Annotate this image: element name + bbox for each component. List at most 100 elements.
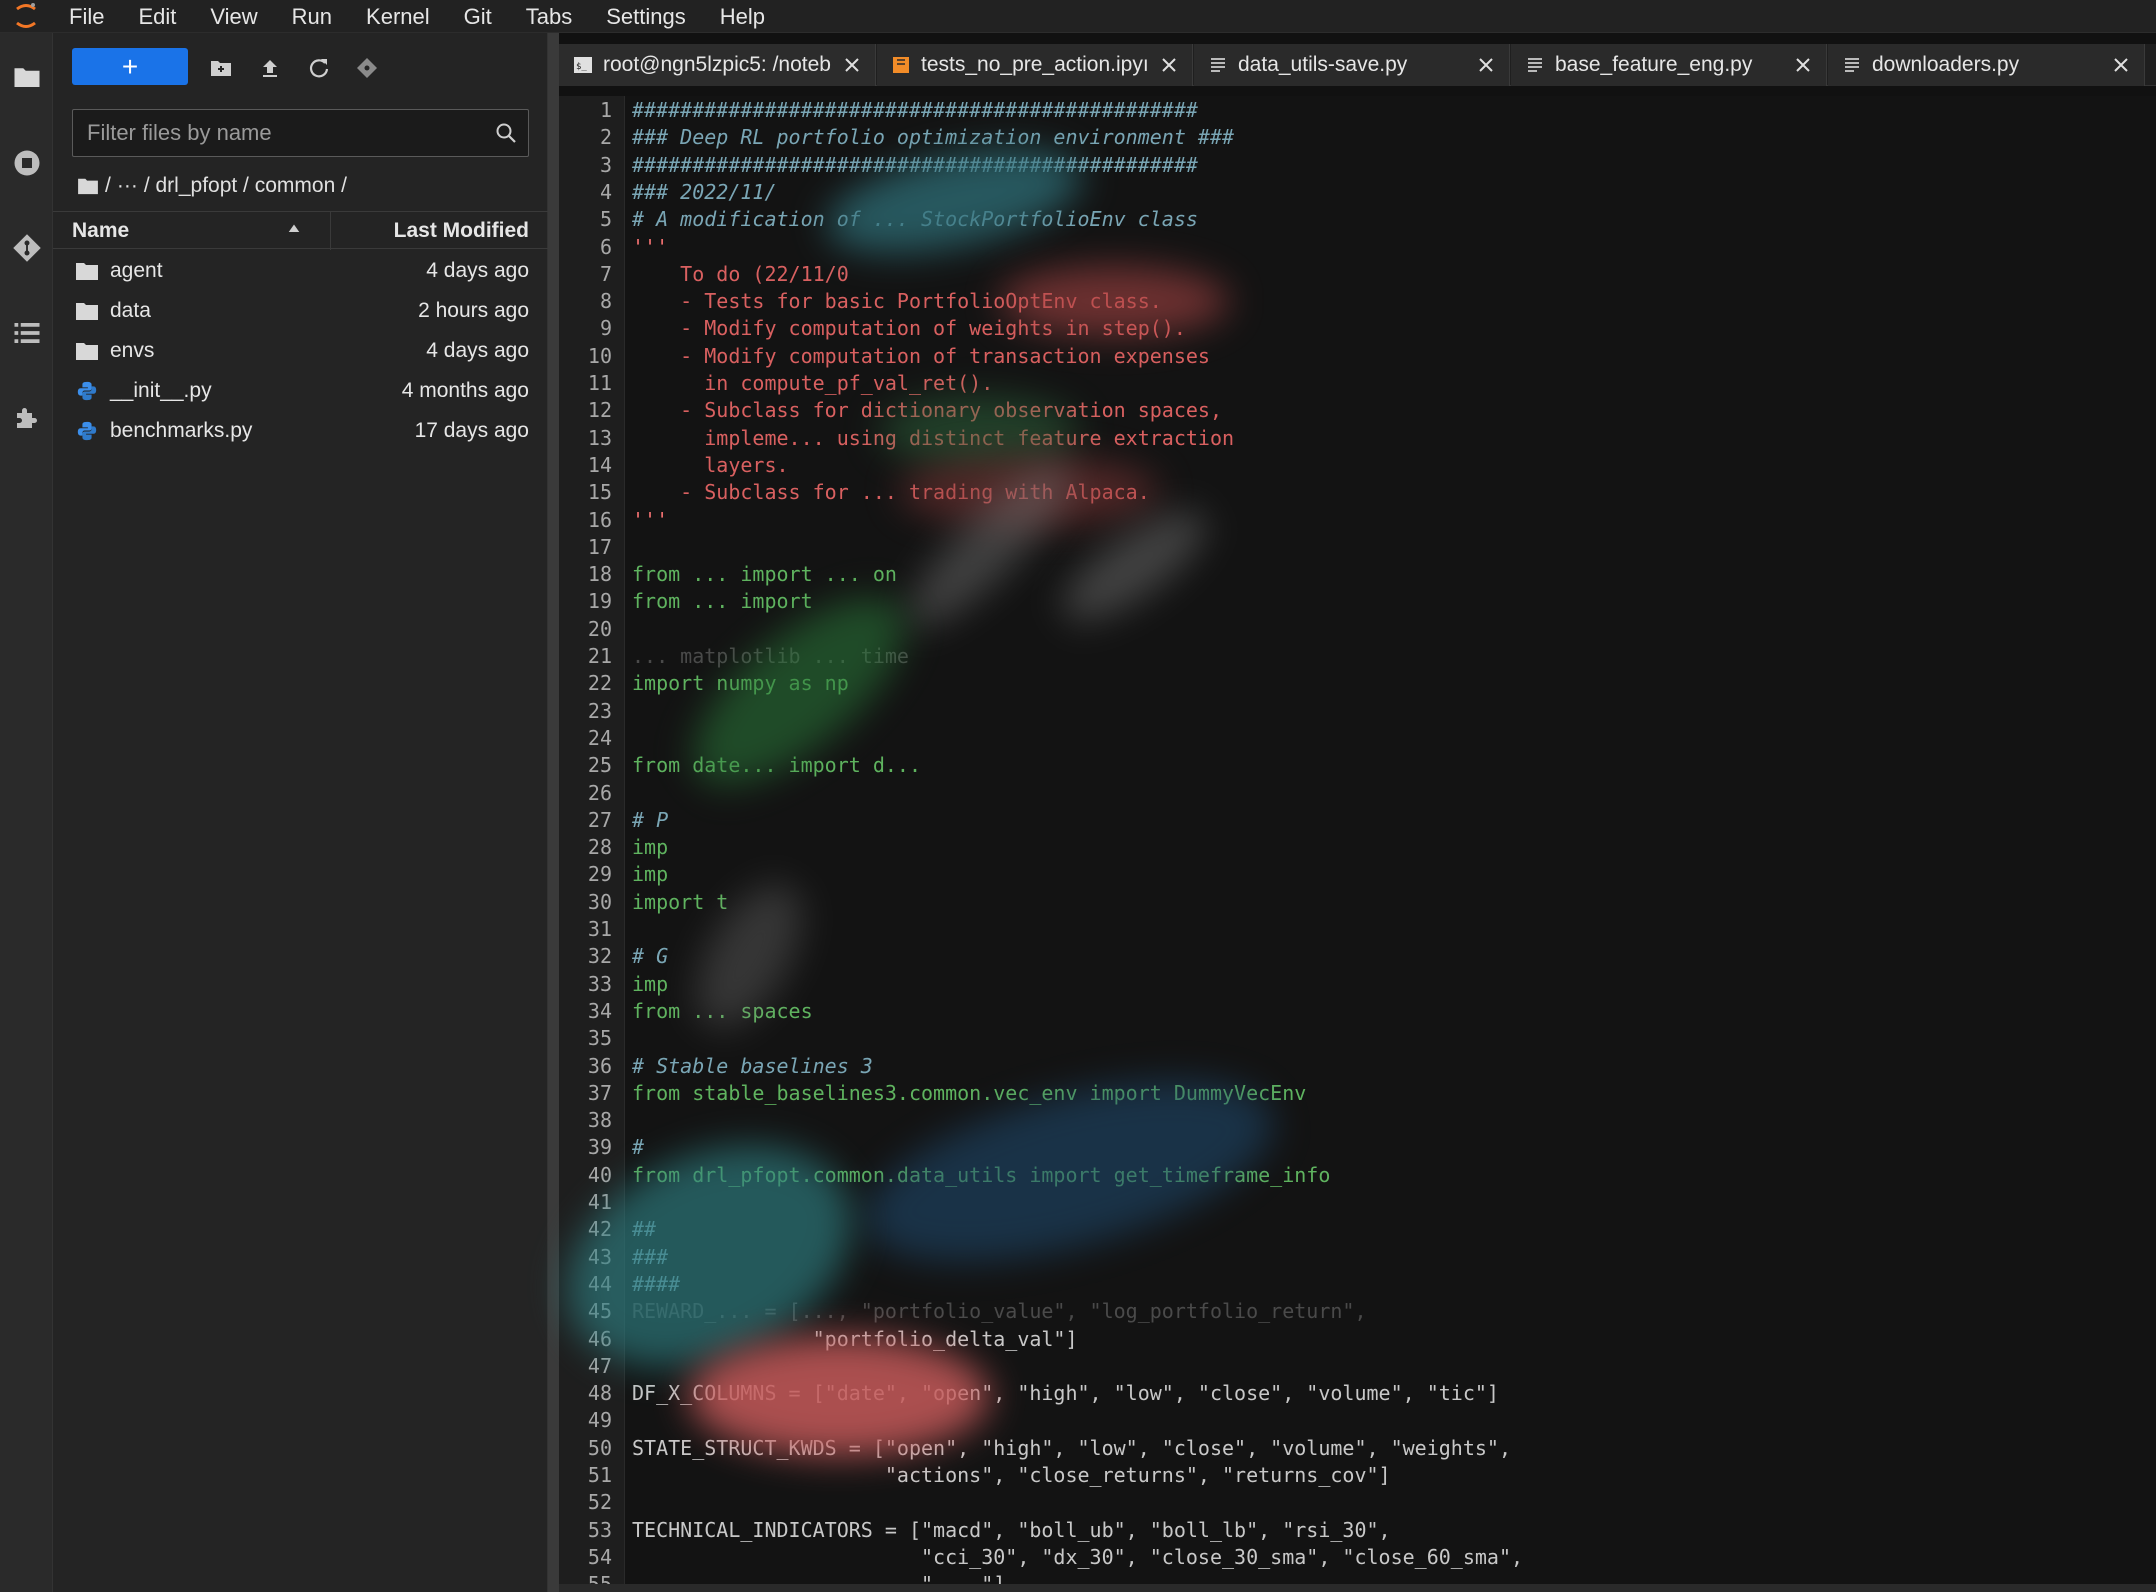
line-number: 52 (587, 1490, 612, 1515)
code-line: #### (632, 1271, 681, 1296)
line-number: 34 (587, 998, 612, 1023)
file-browser-panel: + / ··· / drl_pfopt / common / Name Last… (53, 33, 548, 1592)
breadcrumb: / ··· / drl_pfopt / common / (77, 171, 353, 201)
new-launcher-button[interactable]: + (72, 48, 188, 85)
breadcrumb-ellipsis[interactable]: ··· (117, 174, 138, 198)
column-divider[interactable] (330, 212, 331, 250)
tab-data-utils-save[interactable]: data_utils-save.py (1194, 44, 1510, 86)
code-line: TECHNICAL_INDICATORS = ["macd", "boll_ub… (632, 1517, 1391, 1542)
file-name: benchmarks.py (110, 419, 253, 442)
code-line: DF_X_COLUMNS = ["date", "open", "high", … (632, 1381, 1499, 1406)
code-line: from stable_baselines3.common.vec_env im… (632, 1080, 1307, 1105)
refresh-icon[interactable] (301, 50, 337, 86)
line-number: 39 (587, 1135, 612, 1160)
menu-help[interactable]: Help (703, 0, 782, 33)
code-line: STATE_STRUCT_KWDS = ["open", "high", "lo… (632, 1435, 1511, 1460)
tab-label: base_feature_eng.py (1555, 53, 1753, 76)
paint-stroke (1047, 492, 1221, 640)
home-folder-icon[interactable] (77, 177, 99, 195)
code-line: from ... import (632, 589, 813, 614)
close-icon[interactable] (2112, 56, 2130, 74)
menu-settings[interactable]: Settings (589, 0, 703, 33)
line-number: 5 (599, 207, 612, 232)
column-name-header[interactable]: Name (72, 219, 129, 243)
line-number: 26 (587, 780, 612, 805)
search-icon[interactable] (494, 121, 518, 145)
line-number: 40 (587, 1162, 612, 1187)
panel-splitter[interactable] (548, 33, 559, 1592)
file-name: data (110, 299, 151, 322)
menu-view[interactable]: View (193, 0, 274, 33)
list-item[interactable]: __init__.py 4 months ago (53, 371, 548, 411)
list-item[interactable]: data 2 hours ago (53, 291, 548, 331)
extension-icon[interactable] (0, 388, 53, 448)
line-number: 13 (587, 425, 612, 450)
line-number: 7 (599, 261, 612, 286)
code-line: - Modify computation of weights in step(… (632, 316, 1186, 341)
tab-terminal[interactable]: $_ root@ngn5lzpic5: /noteb (559, 44, 876, 86)
folder-icon (76, 343, 98, 360)
code-line: To do (22/11/0 (632, 261, 849, 286)
file-modified: 4 days ago (426, 339, 529, 362)
python-file-icon (77, 421, 97, 441)
line-number: 48 (587, 1381, 612, 1406)
close-icon[interactable] (1160, 56, 1178, 74)
line-number: 28 (587, 835, 612, 860)
tab-base-feature-eng[interactable]: base_feature_eng.py (1511, 44, 1827, 86)
breadcrumb-path[interactable]: / drl_pfopt / common / (144, 174, 347, 198)
filter-input[interactable] (73, 110, 483, 156)
line-number: 31 (587, 917, 612, 941)
line-number: 17 (587, 534, 612, 559)
line-number: 6 (599, 234, 612, 259)
menu-edit[interactable]: Edit (121, 0, 193, 33)
code-editor[interactable]: 1 2 3 4 5 6 7 8 9 10 11 12 13 14 15 16 17 18 19 20 21 22 23 24 2… (530, 96, 2156, 1592)
code-line: ... matplotlib ... time (632, 644, 909, 668)
line-number: 33 (587, 971, 612, 996)
breadcrumb-root[interactable]: / (105, 174, 111, 198)
menu-run[interactable]: Run (275, 0, 349, 33)
line-number: 15 (587, 480, 612, 505)
menu-kernel[interactable]: Kernel (349, 0, 447, 33)
running-icon[interactable] (0, 133, 53, 193)
line-number: 49 (587, 1408, 612, 1433)
new-folder-icon[interactable] (203, 50, 239, 86)
tab-downloaders[interactable]: downloaders.py (1828, 44, 2145, 86)
close-icon[interactable] (1794, 56, 1812, 74)
line-number: 41 (587, 1190, 612, 1214)
svg-text:$_: $_ (576, 62, 587, 72)
file-browser-toolbar: + (53, 48, 548, 88)
close-icon[interactable] (843, 56, 861, 74)
menu-file[interactable]: File (52, 0, 121, 33)
list-item[interactable]: benchmarks.py 17 days ago (53, 411, 548, 451)
code-line: ## (632, 1217, 657, 1242)
horizontal-scrollbar[interactable] (559, 1584, 2156, 1592)
text-file-icon (1211, 58, 1225, 72)
line-number: 27 (587, 807, 612, 832)
code-line: "portfolio_delta_val"] (632, 1326, 1078, 1351)
git-clone-icon[interactable] (349, 50, 385, 86)
menu-tabs[interactable]: Tabs (509, 0, 589, 33)
file-name: __init__.py (110, 379, 212, 402)
sort-ascending-icon[interactable] (285, 220, 303, 238)
jupyter-logo-icon[interactable] (0, 0, 52, 33)
line-number: 16 (587, 507, 612, 532)
code-line: ### (632, 1244, 669, 1269)
tab-label: tests_no_pre_action.ipyı (921, 53, 1149, 76)
line-number: 10 (587, 343, 612, 368)
code-line: ### 2022/11/ (632, 179, 777, 204)
line-number: 11 (587, 371, 612, 395)
line-number: 51 (587, 1463, 612, 1487)
code-line: import numpy as np (632, 671, 849, 696)
terminal-icon: $_ (574, 57, 592, 73)
menu-git[interactable]: Git (447, 0, 509, 33)
column-modified-header[interactable]: Last Modified (394, 219, 529, 243)
git-icon[interactable] (0, 218, 53, 278)
close-icon[interactable] (1477, 56, 1495, 74)
list-item[interactable]: agent 4 days ago (53, 251, 548, 291)
upload-icon[interactable] (252, 50, 288, 86)
folder-icon[interactable] (0, 47, 53, 107)
toc-icon[interactable] (0, 303, 53, 363)
tab-notebook[interactable]: tests_no_pre_action.ipyı (877, 44, 1193, 86)
tab-label: root@ngn5lzpic5: /noteb (603, 53, 831, 76)
list-item[interactable]: envs 4 days ago (53, 331, 548, 371)
